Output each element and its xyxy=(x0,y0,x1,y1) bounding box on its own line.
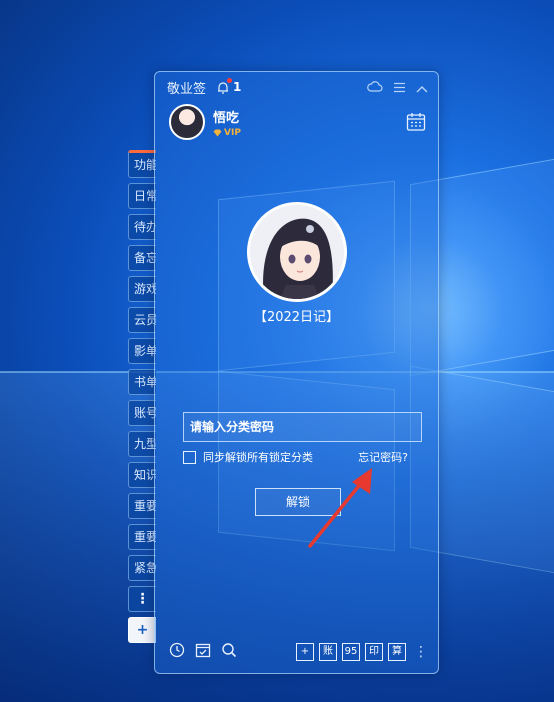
side-tab[interactable]: 功能 xyxy=(128,150,156,178)
notification-dot xyxy=(227,78,233,83)
sync-unlock-option: 同步解锁所有锁定分类 xyxy=(183,449,313,465)
bottom-toolbar: + 账 95 印 算 ⋮ xyxy=(169,641,428,663)
clock-icon[interactable] xyxy=(169,642,185,662)
side-tab[interactable]: 云员 xyxy=(128,307,156,333)
account-book-button[interactable]: 账 xyxy=(319,643,337,661)
more-categories-button[interactable]: ⋮ xyxy=(128,586,156,612)
task-check-icon[interactable] xyxy=(195,642,211,662)
add-category-button[interactable]: + xyxy=(128,617,156,643)
notification-count: 1 xyxy=(233,80,242,94)
calculator-button[interactable]: 算 xyxy=(388,643,406,661)
plus-icon: + xyxy=(136,622,149,638)
vertical-dots-icon: ⋮ xyxy=(135,591,150,607)
print-button[interactable]: 印 xyxy=(365,643,383,661)
collapse-icon[interactable] xyxy=(416,78,428,97)
bell-icon[interactable] xyxy=(216,78,233,94)
side-tab[interactable]: 游戏 xyxy=(128,276,156,302)
note-panel: 敬业签 1 悟吃 VIP 【2022日记】 同步解锁所有锁定分类 忘记密码? 解… xyxy=(154,71,439,674)
menu-icon[interactable] xyxy=(393,78,406,97)
side-tab[interactable]: 待办 xyxy=(128,214,156,240)
search-icon[interactable] xyxy=(221,642,237,662)
side-tab[interactable]: 备忘 xyxy=(128,245,156,271)
user-name: 悟吃 xyxy=(213,110,240,126)
vip-badge: VIP xyxy=(213,128,241,138)
annotation-arrow xyxy=(308,468,372,548)
side-tab[interactable]: 书单 xyxy=(128,369,156,395)
app-title: 敬业签 xyxy=(167,81,207,97)
side-tab[interactable]: 影单 xyxy=(128,338,156,364)
cloud-sync-icon[interactable] xyxy=(367,78,383,97)
side-tab[interactable]: 知识 xyxy=(128,462,156,488)
diamond-icon xyxy=(213,129,222,136)
more-options-icon[interactable]: ⋮ xyxy=(414,644,428,660)
user-info: 悟吃 VIP xyxy=(169,104,241,140)
category-name: 【2022日记】 xyxy=(253,310,340,325)
side-tab[interactable]: 重要 xyxy=(128,524,156,550)
user-avatar[interactable] xyxy=(169,104,205,140)
sync-unlock-label: 同步解锁所有锁定分类 xyxy=(203,451,313,464)
score-95-button[interactable]: 95 xyxy=(342,643,360,661)
calendar-icon[interactable] xyxy=(406,112,426,132)
category-side-tabs: 功能 日常 待办 备忘 游戏 云员 影单 书单 账号 九型 知识 重要 重要 紧… xyxy=(128,150,156,648)
sync-unlock-checkbox[interactable] xyxy=(183,450,196,464)
side-tab[interactable]: 账号 xyxy=(128,400,156,426)
add-note-button[interactable]: + xyxy=(296,643,314,661)
side-tab[interactable]: 九型 xyxy=(128,431,156,457)
side-tab[interactable]: 重要 xyxy=(128,493,156,519)
side-tab[interactable]: 紧急 xyxy=(128,555,156,581)
side-tab[interactable]: 日常 xyxy=(128,183,156,209)
category-avatar xyxy=(247,202,347,302)
category-password-input[interactable] xyxy=(183,412,422,442)
title-bar: 敬业签 1 xyxy=(167,78,428,97)
